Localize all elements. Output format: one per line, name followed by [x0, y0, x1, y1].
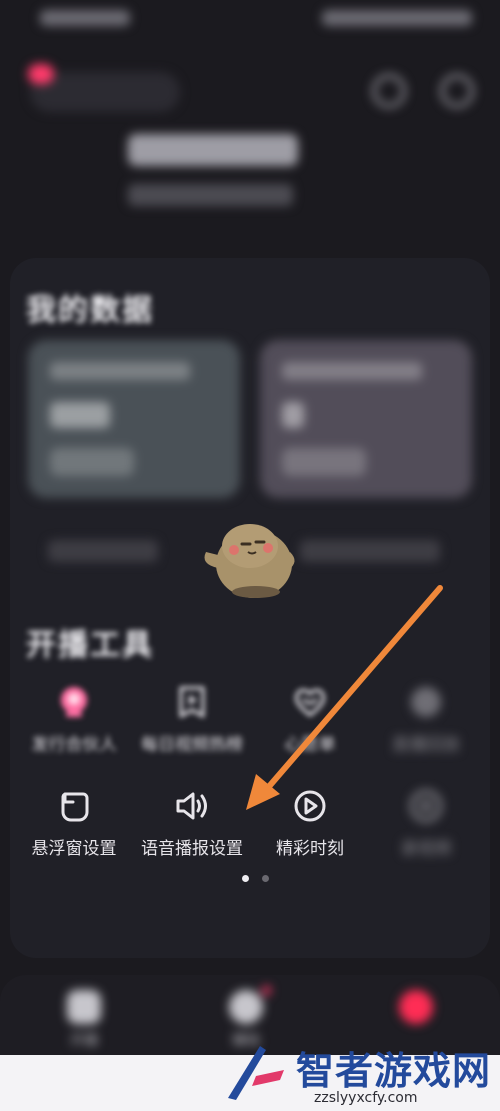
nav-live[interactable]: 开播	[54, 990, 114, 1050]
diamond-icon	[229, 990, 263, 1024]
watermark-logo-icon	[228, 1046, 284, 1100]
nav-live-label: 开播	[70, 1033, 98, 1049]
watermark-title: 智者游戏网	[296, 1049, 492, 1093]
center-button-icon	[399, 990, 433, 1024]
nav-center[interactable]	[386, 990, 446, 1024]
live-camera-icon	[67, 990, 101, 1024]
notification-dot	[262, 986, 271, 995]
watermark-url: zzslyyxcfy.com	[314, 1090, 418, 1106]
annotation-arrow-icon	[246, 585, 443, 810]
